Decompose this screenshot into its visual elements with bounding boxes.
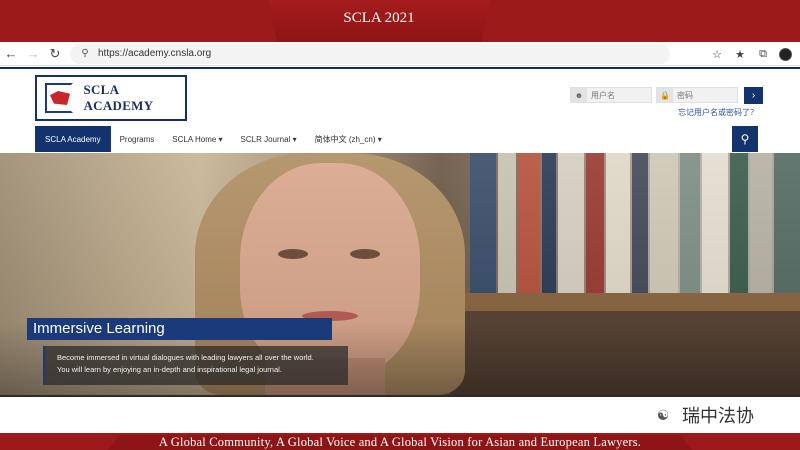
nav-language[interactable]: 简体中文 (zh_cn) ▾ [306,126,391,152]
password-field[interactable]: 🔒 [656,87,738,103]
password-input[interactable] [673,88,737,102]
hero-description-line-1: Become immersed in virtual dialogues wit… [57,353,314,362]
login-form: ☻ 🔒 › [570,87,763,104]
collections-icon[interactable]: ⧉ [756,47,770,61]
nav-programs[interactable]: Programs [111,126,164,152]
slide-header-title: SCLA 2021 [268,0,490,42]
hero-description: Become immersed in virtual dialogues wit… [43,346,348,385]
forward-icon[interactable]: → [22,43,44,65]
browser-toolbar: ← → ↻ ⚲ https://academy.cnsla.org ☆ ★ ⧉ [0,42,800,66]
username-input[interactable] [587,88,651,102]
lock-small-icon: 🔒 [657,88,673,102]
nav-scla-home[interactable]: SCLA Home ▾ [163,126,231,152]
site-header: SCLA ACADEMY ☻ 🔒 › 忘记用户名或密码了？ SCLA Acade… [0,67,800,153]
url-text[interactable]: https://academy.cnsla.org [98,48,211,59]
forgot-credentials-link[interactable]: 忘记用户名或密码了？ [678,107,758,118]
footer-tagline: A Global Community, A Global Voice and A… [108,435,692,450]
lock-icon[interactable]: ⚲ [78,47,92,61]
nav-scla-academy[interactable]: SCLA Academy [35,126,111,152]
profile-icon[interactable] [779,47,792,61]
hero-title: Immersive Learning [27,318,332,340]
logo-text: SCLA ACADEMY [83,82,154,113]
favorites-icon[interactable]: ★ [733,47,747,61]
wechat-account-name: 瑞中法协 [682,406,754,427]
reload-icon[interactable]: ↻ [44,43,66,65]
main-navigation: SCLA Academy Programs SCLA Home ▾ SCLR J… [35,126,391,152]
address-bar[interactable]: ⚲ https://academy.cnsla.org [70,43,670,64]
presentation-slide: SCLA 2021 ← → ↻ ⚲ https://academy.cnsla.… [0,0,800,450]
hero-description-line-2: You will learn by enjoying an in-depth a… [57,365,282,374]
wechat-icon: ☯ [656,406,670,423]
site-logo[interactable]: SCLA ACADEMY [35,75,187,121]
wechat-watermark: ☯ 瑞中法协 [650,402,754,428]
back-icon[interactable]: ← [0,43,22,65]
login-submit-button[interactable]: › [744,87,763,104]
search-icon[interactable]: ⚲ [732,126,758,152]
logo-emblem-icon [45,83,74,113]
user-icon: ☻ [571,88,587,102]
username-field[interactable]: ☻ [570,87,652,103]
favorite-add-icon[interactable]: ☆ [710,47,724,61]
hero-banner: Immersive Learning Become immersed in vi… [0,153,800,395]
browser-actions: ☆ ★ ⧉ [710,42,792,66]
hero-bottom-divider [0,395,800,397]
nav-sclr-journal[interactable]: SCLR Journal ▾ [232,126,306,152]
